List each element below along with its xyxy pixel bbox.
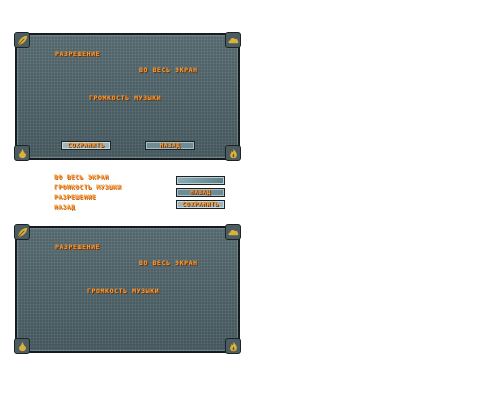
sprite-label-back: НАЗАД xyxy=(54,204,76,211)
corner-top-right xyxy=(225,224,241,240)
fullscreen-label[interactable]: ВО ВЕСЬ ЭКРАН xyxy=(139,66,198,74)
music-volume-label[interactable]: ГРОМКОСТЬ МУЗЫКИ xyxy=(89,94,161,102)
sprite-label-fullscreen: ВО ВЕСЬ ЭКРАН xyxy=(54,174,109,181)
save-button[interactable]: СОХРАНИТЬ xyxy=(61,141,111,150)
fullscreen-label: ВО ВЕСЬ ЭКРАН xyxy=(139,259,198,267)
cloud-icon xyxy=(228,229,238,235)
sprite-button-save[interactable]: СОХРАНИТЬ xyxy=(176,200,225,209)
flame-icon xyxy=(229,148,237,158)
leaf-icon xyxy=(17,35,27,45)
pear-icon xyxy=(18,148,26,158)
settings-panel-background: РАЗРЕШЕНИЕ ВО ВЕСЬ ЭКРАН ГРОМКОСТЬ МУЗЫК… xyxy=(15,226,240,353)
leaf-icon xyxy=(17,227,27,237)
cloud-icon xyxy=(228,37,238,43)
back-button[interactable]: НАЗАД xyxy=(145,141,195,150)
sprite-button-back[interactable]: НАЗАД xyxy=(176,188,225,197)
corner-bottom-left xyxy=(14,338,30,354)
corner-top-left xyxy=(14,32,30,48)
flame-icon xyxy=(229,341,237,351)
corner-bottom-right xyxy=(225,145,241,161)
corner-bottom-left xyxy=(14,145,30,161)
settings-panel: РАЗРЕШЕНИЕ ВО ВЕСЬ ЭКРАН ГРОМКОСТЬ МУЗЫК… xyxy=(15,33,240,160)
sprite-label-music-volume: ГРОМКОСТЬ МУЗЫКИ xyxy=(54,184,122,191)
resolution-label: РАЗРЕШЕНИЕ xyxy=(55,243,101,251)
sprite-button-blank[interactable] xyxy=(176,176,225,185)
sprite-label-resolution: РАЗРЕШЕНИЕ xyxy=(54,194,97,201)
music-volume-label: ГРОМКОСТЬ МУЗЫКИ xyxy=(87,287,160,295)
corner-bottom-right xyxy=(225,338,241,354)
pear-icon xyxy=(18,341,26,351)
corner-top-right xyxy=(225,32,241,48)
corner-top-left xyxy=(14,224,30,240)
resolution-label[interactable]: РАЗРЕШЕНИЕ xyxy=(55,50,100,58)
